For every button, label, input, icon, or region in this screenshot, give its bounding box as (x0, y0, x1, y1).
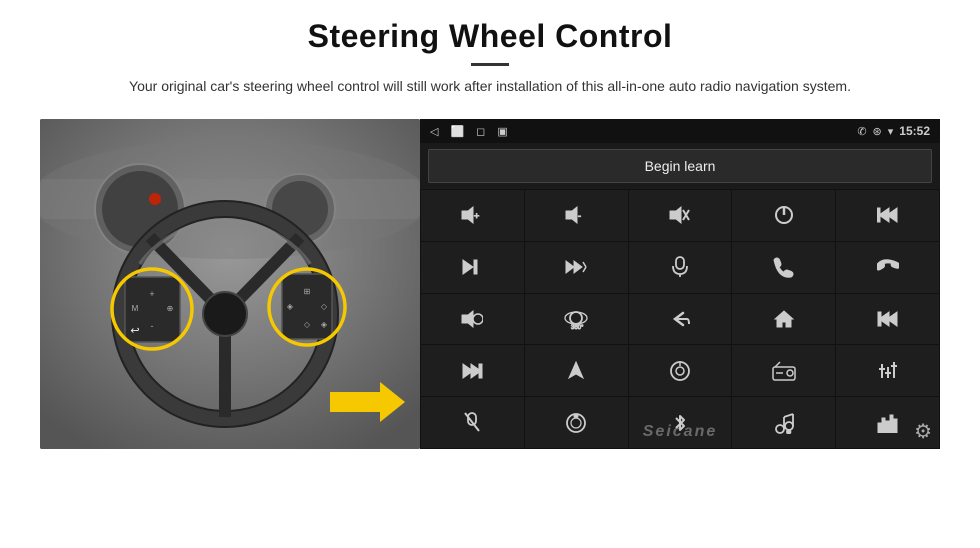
knob-button[interactable] (525, 397, 628, 448)
cam-360-button[interactable]: 360° (525, 294, 628, 345)
fast-fwd-button[interactable] (525, 242, 628, 293)
status-right: ✆ ⊛ ▾ 15:52 (857, 124, 930, 138)
svg-text:⊕: ⊕ (167, 304, 174, 313)
phone-status-icon: ✆ (857, 125, 866, 138)
svg-text:-: - (578, 211, 581, 221)
skip-back-button[interactable] (836, 294, 939, 345)
content-area: + M ⊕ - ↩ ⊞ ◈ ◇ ◇ ◈ (40, 119, 940, 449)
home-nav-button[interactable] (732, 294, 835, 345)
skip-fwd-button[interactable] (421, 242, 524, 293)
svg-text:360°: 360° (571, 325, 584, 330)
prev-track-button[interactable] (836, 190, 939, 241)
svg-text:◇: ◇ (304, 320, 311, 329)
settings-gear-icon[interactable]: ⚙ (914, 419, 932, 444)
vol-up-button[interactable]: + (421, 190, 524, 241)
svg-text:◇: ◇ (321, 302, 328, 311)
clock: 15:52 (899, 124, 930, 138)
svg-text:-: - (151, 321, 154, 331)
car-background: + M ⊕ - ↩ ⊞ ◈ ◇ ◇ ◈ (40, 119, 420, 449)
svg-text:⊞: ⊞ (304, 287, 311, 296)
navigation-button[interactable] (525, 345, 628, 396)
phone-answer-button[interactable] (732, 242, 835, 293)
mute-button[interactable] (629, 190, 732, 241)
mic2-button[interactable] (421, 397, 524, 448)
back-nav-icon[interactable]: ◁ (430, 125, 438, 138)
svg-text:◈: ◈ (287, 302, 294, 311)
begin-learn-button[interactable]: Begin learn (428, 149, 932, 183)
recent-apps-icon[interactable]: ◻ (476, 125, 485, 138)
svg-text:+: + (474, 211, 479, 221)
steering-wheel-svg: + M ⊕ - ↩ ⊞ ◈ ◇ ◇ ◈ (40, 119, 420, 449)
begin-learn-row: Begin learn (420, 143, 940, 189)
mic-button[interactable] (629, 242, 732, 293)
speaker-button[interactable] (421, 294, 524, 345)
svg-text:+: + (149, 289, 154, 299)
wifi-icon: ▾ (888, 125, 894, 138)
svg-text:M: M (132, 304, 139, 313)
bluetooth-button[interactable] (629, 397, 732, 448)
music-button[interactable]: ⚙ (732, 397, 835, 448)
svg-text:↩: ↩ (130, 325, 139, 337)
svg-text:◈: ◈ (321, 320, 328, 329)
status-bar: ◁ ⬜ ◻ ▣ ✆ ⊛ ▾ 15:52 (420, 119, 940, 143)
title-divider (471, 63, 509, 66)
equalizer-button[interactable] (836, 345, 939, 396)
status-left: ◁ ⬜ ◻ ▣ (430, 125, 508, 138)
power-button[interactable] (732, 190, 835, 241)
svg-text:⚙: ⚙ (786, 429, 791, 434)
hang-up-button[interactable] (836, 242, 939, 293)
home-circle-icon[interactable]: ⬜ (450, 125, 464, 138)
signal-bars-icon: ▣ (497, 125, 507, 138)
page-title: Steering Wheel Control (40, 18, 940, 55)
car-image: + M ⊕ - ↩ ⊞ ◈ ◇ ◇ ◈ (40, 119, 420, 449)
title-section: Steering Wheel Control Your original car… (40, 18, 940, 97)
head-unit: ◁ ⬜ ◻ ▣ ✆ ⊛ ▾ 15:52 Begin learn (420, 119, 940, 449)
back-nav-button[interactable] (629, 294, 732, 345)
vol-down-button[interactable]: - (525, 190, 628, 241)
source-button[interactable] (629, 345, 732, 396)
radio-button[interactable] (732, 345, 835, 396)
location-icon: ⊛ (873, 125, 882, 138)
page-wrapper: Steering Wheel Control Your original car… (0, 0, 980, 548)
controls-grid: + - (420, 189, 940, 449)
next-track-button[interactable] (421, 345, 524, 396)
page-subtitle: Your original car's steering wheel contr… (110, 76, 870, 97)
